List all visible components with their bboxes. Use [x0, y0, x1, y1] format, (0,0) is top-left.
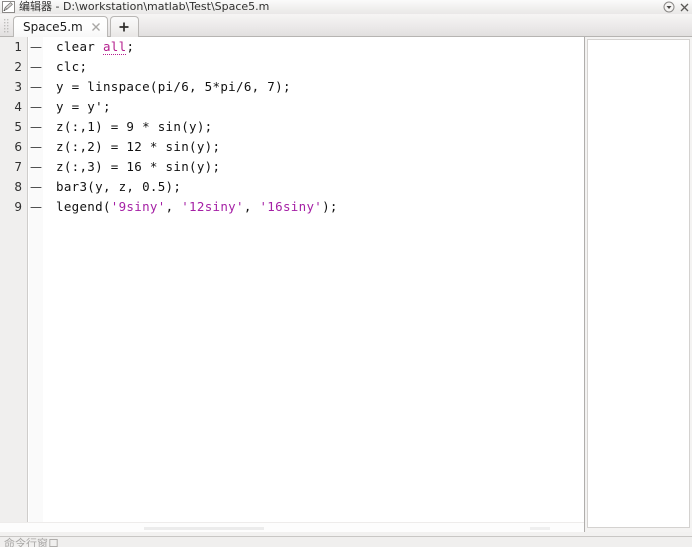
- code-line[interactable]: 1 — clear all;: [0, 37, 584, 57]
- status-bar-label: 命令行窗口: [4, 537, 59, 547]
- line-number: 6: [14, 140, 22, 154]
- code-token-plain: bar3(y, z, 0.5);: [56, 179, 182, 194]
- code-token-plain: z(:,1) = 9 * sin(y);: [56, 119, 213, 134]
- horizontal-scrollbar[interactable]: [0, 522, 584, 532]
- code-line[interactable]: 3 — y = linspace(pi/6, 5*pi/6, 7);: [0, 77, 584, 97]
- tab-bar: Space5.m: [0, 14, 692, 37]
- line-number: 7: [14, 160, 22, 174]
- horizontal-scrollbar-end[interactable]: [530, 527, 550, 530]
- code-line[interactable]: 5 — z(:,1) = 9 * sin(y);: [0, 117, 584, 137]
- tab-label: Space5.m: [23, 20, 83, 34]
- code-text: clc;: [56, 57, 87, 77]
- executable-line-marker[interactable]: —: [30, 177, 42, 197]
- close-icon[interactable]: [678, 1, 691, 14]
- code-text: y = y';: [56, 97, 111, 117]
- line-number: 3: [14, 80, 22, 94]
- code-token-plain: z(:,3) = 16 * sin(y);: [56, 159, 221, 174]
- code-text: bar3(y, z, 0.5);: [56, 177, 181, 197]
- code-token-plain: clc;: [56, 59, 88, 74]
- line-number: 9: [14, 200, 22, 214]
- code-editor-panel[interactable]: 1 — clear all; 2 — clc; 3 — y = linspace(pi/6, 5…: [0, 37, 585, 532]
- executable-line-marker[interactable]: —: [30, 157, 42, 177]
- code-token-plain: y = linspace(pi/6, 5*pi/6, 7);: [56, 79, 291, 94]
- code-token-string: '16siny': [259, 199, 323, 214]
- right-side-panel-body[interactable]: [587, 39, 690, 528]
- code-token-plain: ,: [165, 199, 182, 214]
- right-side-panel: [586, 37, 692, 532]
- executable-line-marker[interactable]: —: [30, 77, 42, 97]
- title-bar: 编辑器 - D:\workstation\matlab\Test\Space5.…: [0, 0, 692, 14]
- code-text: y = linspace(pi/6, 5*pi/6, 7);: [56, 77, 291, 97]
- matlab-editor-window: 编辑器 - D:\workstation\matlab\Test\Space5.…: [0, 0, 692, 547]
- chevron-down-circle-icon[interactable]: [662, 1, 675, 14]
- horizontal-scrollbar-thumb[interactable]: [144, 527, 264, 530]
- code-line[interactable]: 6 — z(:,2) = 12 * sin(y);: [0, 137, 584, 157]
- code-lines[interactable]: 1 — clear all; 2 — clc; 3 — y = linspace(pi/6, 5…: [0, 37, 584, 532]
- plus-icon: [119, 22, 129, 32]
- code-line[interactable]: 9 — legend('9siny', '12siny', '16siny');: [0, 197, 584, 217]
- code-token-string: '9siny': [110, 199, 166, 214]
- drag-grip-icon[interactable]: [2, 17, 11, 35]
- code-token-plain: y = y';: [56, 99, 111, 114]
- tab-close-icon[interactable]: [91, 22, 102, 33]
- title-bar-controls: [662, 0, 692, 14]
- code-text: legend('9siny', '12siny', '16siny');: [56, 197, 338, 217]
- code-token-string: '12siny': [181, 199, 244, 214]
- line-number: 5: [14, 120, 22, 134]
- line-number: 1: [14, 40, 22, 54]
- code-token-plain: legend(: [56, 199, 111, 214]
- code-text: clear all;: [56, 37, 134, 57]
- code-text: z(:,1) = 9 * sin(y);: [56, 117, 213, 137]
- executable-line-marker[interactable]: —: [30, 197, 42, 217]
- code-token-plain: );: [322, 199, 338, 214]
- code-token-plain: clear: [56, 39, 103, 54]
- line-number: 4: [14, 100, 22, 114]
- tab-space5-m[interactable]: Space5.m: [13, 16, 108, 37]
- editor-area: 1 — clear all; 2 — clc; 3 — y = linspace(pi/6, 5…: [0, 37, 692, 532]
- code-line[interactable]: 4 — y = y';: [0, 97, 584, 117]
- executable-line-marker[interactable]: —: [30, 57, 42, 77]
- window-title: 编辑器 - D:\workstation\matlab\Test\Space5.…: [19, 0, 270, 13]
- executable-line-marker[interactable]: —: [30, 137, 42, 157]
- code-token-plain: ,: [243, 199, 260, 214]
- code-text: z(:,2) = 12 * sin(y);: [56, 137, 220, 157]
- code-line[interactable]: 8 — bar3(y, z, 0.5);: [0, 177, 584, 197]
- code-line[interactable]: 2 — clc;: [0, 57, 584, 77]
- executable-line-marker[interactable]: —: [30, 117, 42, 137]
- code-text: z(:,3) = 16 * sin(y);: [56, 157, 220, 177]
- line-number: 2: [14, 60, 22, 74]
- code-token-warn: all: [102, 39, 127, 55]
- line-number: 8: [14, 180, 22, 194]
- status-bar: 命令行窗口: [0, 536, 692, 547]
- editor-pencil-icon: [2, 1, 15, 13]
- code-line[interactable]: 7 — z(:,3) = 16 * sin(y);: [0, 157, 584, 177]
- new-tab-button[interactable]: [109, 16, 139, 37]
- code-token-plain: z(:,2) = 12 * sin(y);: [56, 139, 221, 154]
- executable-line-marker[interactable]: —: [30, 97, 42, 117]
- executable-line-marker[interactable]: —: [30, 37, 42, 57]
- code-token-plain: ;: [126, 39, 135, 54]
